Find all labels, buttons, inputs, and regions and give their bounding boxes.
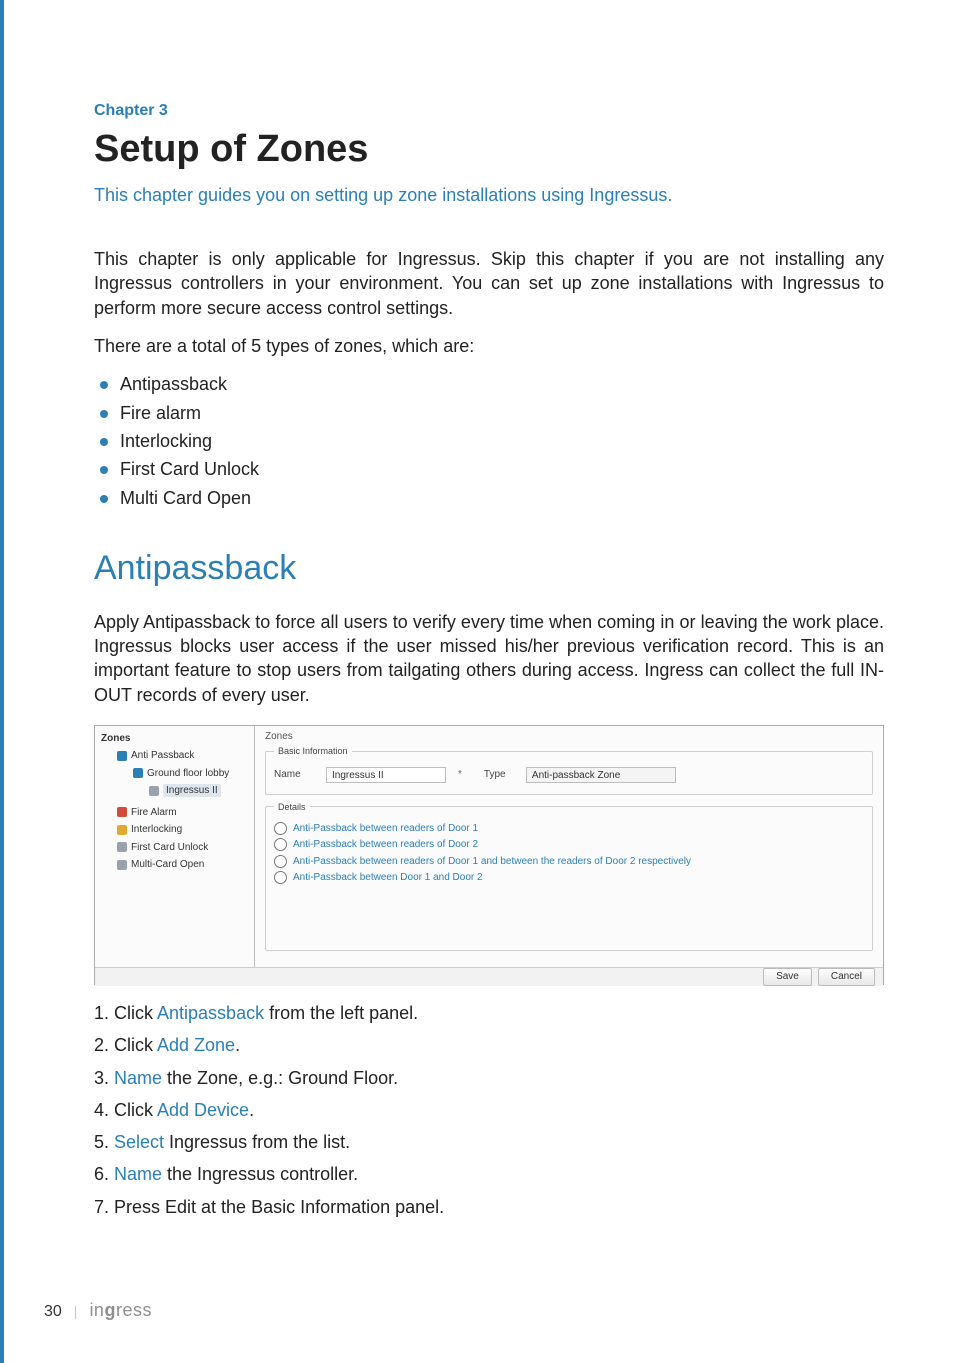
fire-icon bbox=[117, 807, 127, 817]
step-item: Click Add Zone. bbox=[114, 1033, 884, 1057]
section-title-antipassback: Antipassback bbox=[94, 546, 884, 592]
basic-info-legend: Basic Information bbox=[274, 745, 352, 757]
intro-paragraph-2: There are a total of 5 types of zones, w… bbox=[94, 334, 884, 358]
tree-item-selected[interactable]: Ingressus II bbox=[137, 782, 248, 800]
tree-item[interactable]: Interlocking bbox=[105, 821, 248, 839]
zone-types-list: Antipassback Fire alarm Interlocking Fir… bbox=[94, 372, 884, 509]
zone-type-item: Antipassback bbox=[94, 372, 884, 396]
app-screenshot: Zones Anti Passback Ground floor lobby I… bbox=[94, 725, 884, 985]
zone-type-item: First Card Unlock bbox=[94, 457, 884, 481]
screenshot-sidebar: Zones Anti Passback Ground floor lobby I… bbox=[95, 726, 255, 967]
details-group: Details Anti-Passback between readers of… bbox=[265, 801, 873, 951]
intro-paragraph-1: This chapter is only applicable for Ingr… bbox=[94, 247, 884, 320]
screenshot-main: Zones Basic Information Name Ingressus I… bbox=[255, 726, 883, 967]
basic-info-group: Basic Information Name Ingressus II * Ty… bbox=[265, 745, 873, 794]
section-body: Apply Antipassback to force all users to… bbox=[94, 610, 884, 707]
step-item: Select Ingressus from the list. bbox=[114, 1130, 884, 1154]
radio-input[interactable] bbox=[274, 822, 287, 835]
steps-list: Click Antipassback from the left panel. … bbox=[94, 1001, 884, 1219]
step-item: Click Antipassback from the left panel. bbox=[114, 1001, 884, 1025]
page-footer: 30 | ingress bbox=[44, 1298, 152, 1323]
lock-icon bbox=[117, 825, 127, 835]
step-item: Press Edit at the Basic Information pane… bbox=[114, 1195, 884, 1219]
tree-root[interactable]: Zones bbox=[101, 733, 130, 744]
step-item: Name the Zone, e.g.: Ground Floor. bbox=[114, 1066, 884, 1090]
step-item: Click Add Device. bbox=[114, 1098, 884, 1122]
zone-type-item: Interlocking bbox=[94, 429, 884, 453]
radio-input[interactable] bbox=[274, 871, 287, 884]
shield-icon bbox=[133, 768, 143, 778]
page-number: 30 bbox=[44, 1301, 62, 1323]
radio-option[interactable]: Anti-Passback between readers of Door 1 … bbox=[274, 855, 864, 869]
name-label: Name bbox=[274, 768, 316, 782]
tree-item[interactable]: Anti Passback Ground floor lobby Ingress… bbox=[105, 747, 248, 804]
required-marker: * bbox=[458, 768, 462, 782]
chapter-label: Chapter 3 bbox=[94, 100, 884, 122]
step-item: Name the Ingressus controller. bbox=[114, 1162, 884, 1186]
tree-item[interactable]: First Card Unlock bbox=[105, 839, 248, 857]
cancel-button[interactable]: Cancel bbox=[818, 968, 875, 986]
radio-option[interactable]: Anti-Passback between readers of Door 2 bbox=[274, 838, 864, 852]
radio-input[interactable] bbox=[274, 855, 287, 868]
zone-type-item: Multi Card Open bbox=[94, 486, 884, 510]
details-legend: Details bbox=[274, 801, 310, 813]
name-input[interactable]: Ingressus II bbox=[326, 767, 446, 783]
radio-option[interactable]: Anti-Passback between readers of Door 1 bbox=[274, 822, 864, 836]
shield-icon bbox=[117, 751, 127, 761]
zone-type-item: Fire alarm bbox=[94, 401, 884, 425]
radio-option[interactable]: Anti-Passback between Door 1 and Door 2 bbox=[274, 871, 864, 885]
brand-word: ingress bbox=[89, 1298, 152, 1322]
chapter-subtitle: This chapter guides you on setting up zo… bbox=[94, 183, 884, 207]
card-icon bbox=[117, 842, 127, 852]
cards-icon bbox=[117, 860, 127, 870]
screenshot-footer-bar: Save Cancel bbox=[95, 967, 883, 986]
type-field: Anti-passback Zone bbox=[526, 767, 676, 783]
type-label: Type bbox=[484, 768, 516, 782]
tag-icon bbox=[149, 786, 159, 796]
main-title: Zones bbox=[265, 730, 873, 744]
save-button[interactable]: Save bbox=[763, 968, 812, 986]
chapter-title: Setup of Zones bbox=[94, 124, 884, 175]
tree-item[interactable]: Fire Alarm bbox=[105, 804, 248, 822]
radio-input[interactable] bbox=[274, 838, 287, 851]
tree-item[interactable]: Multi-Card Open bbox=[105, 856, 248, 874]
tree-item[interactable]: Ground floor lobby Ingressus II bbox=[121, 765, 248, 802]
